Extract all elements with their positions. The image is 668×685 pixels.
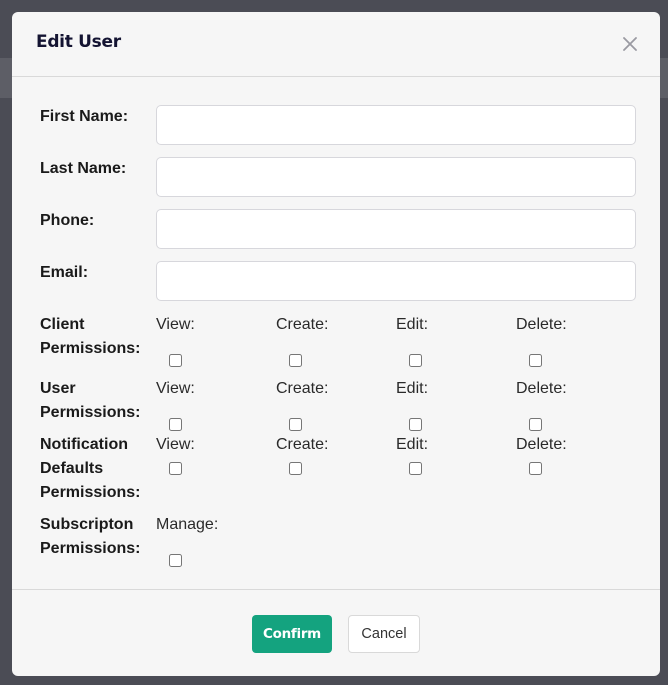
client-permissions-label-line1: Client [40, 316, 85, 333]
subscription-manage: Manage: [156, 513, 266, 567]
client-create: Create: [276, 313, 386, 367]
email-input[interactable] [156, 261, 636, 301]
notification-permissions-label-line2: Defaults [40, 460, 104, 477]
first-name-input[interactable] [156, 105, 636, 145]
notification-permissions-label-line1: Notification [40, 436, 128, 453]
client-create-checkbox[interactable] [289, 354, 302, 367]
phone-input[interactable] [156, 209, 636, 249]
user-edit: Edit: [396, 377, 506, 431]
subscription-permissions-label: Subscripton Permissions: [40, 513, 152, 561]
last-name-input[interactable] [156, 157, 636, 197]
client-delete-checkbox[interactable] [529, 354, 542, 367]
client-permissions-label-line2: Permissions: [40, 340, 141, 357]
user-delete-label: Delete: [516, 380, 567, 397]
client-create-label: Create: [276, 316, 329, 333]
client-view-label: View: [156, 316, 195, 333]
edit-user-modal: Edit User First Name: Last Name: Phone: … [12, 12, 660, 676]
user-view: View: [156, 377, 266, 431]
modal-header: Edit User [12, 12, 660, 77]
notification-edit-checkbox[interactable] [409, 462, 422, 475]
user-delete: Delete: [516, 377, 626, 431]
modal-title: Edit User [36, 32, 121, 52]
user-create-label: Create: [276, 380, 329, 397]
user-permissions-label-line2: Permissions: [40, 404, 141, 421]
cancel-button[interactable]: Cancel [348, 615, 420, 653]
notification-permissions-label-line3: Permissions: [40, 484, 141, 501]
user-edit-label: Edit: [396, 380, 429, 397]
subscription-manage-label: Manage: [156, 516, 219, 533]
client-view-checkbox[interactable] [169, 354, 182, 367]
client-permissions-label: Client Permissions: [40, 313, 152, 361]
phone-label: Phone: [40, 212, 95, 229]
client-delete-label: Delete: [516, 316, 567, 333]
user-permissions-label: User Permissions: [40, 377, 152, 425]
notification-delete-checkbox[interactable] [529, 462, 542, 475]
user-permissions-label-line1: User [40, 380, 76, 397]
notification-view-checkbox[interactable] [169, 462, 182, 475]
notification-view: View: [156, 433, 266, 475]
first-name-label: First Name: [40, 108, 129, 125]
user-view-checkbox[interactable] [169, 418, 182, 431]
subscription-manage-checkbox[interactable] [169, 554, 182, 567]
notification-create-checkbox[interactable] [289, 462, 302, 475]
notification-edit: Edit: [396, 433, 506, 475]
subscription-permissions-label-line1: Subscripton [40, 516, 134, 533]
last-name-label: Last Name: [40, 160, 127, 177]
notification-delete-label: Delete: [516, 436, 567, 453]
user-edit-checkbox[interactable] [409, 418, 422, 431]
client-edit: Edit: [396, 313, 506, 367]
user-view-label: View: [156, 380, 195, 397]
client-view: View: [156, 313, 266, 367]
client-edit-checkbox[interactable] [409, 354, 422, 367]
modal-footer: Confirm Cancel [12, 589, 660, 677]
notification-create-label: Create: [276, 436, 329, 453]
user-delete-checkbox[interactable] [529, 418, 542, 431]
subscription-permissions-label-line2: Permissions: [40, 540, 141, 557]
close-button[interactable] [618, 32, 642, 56]
client-delete: Delete: [516, 313, 626, 367]
close-icon [623, 37, 637, 51]
notification-create: Create: [276, 433, 386, 475]
client-edit-label: Edit: [396, 316, 429, 333]
user-create-checkbox[interactable] [289, 418, 302, 431]
notification-edit-label: Edit: [396, 436, 429, 453]
confirm-button[interactable]: Confirm [252, 615, 332, 653]
notification-view-label: View: [156, 436, 195, 453]
email-label: Email: [40, 264, 89, 281]
notification-permissions-label: Notification Defaults Permissions: [40, 433, 152, 505]
notification-delete: Delete: [516, 433, 626, 475]
user-create: Create: [276, 377, 386, 431]
